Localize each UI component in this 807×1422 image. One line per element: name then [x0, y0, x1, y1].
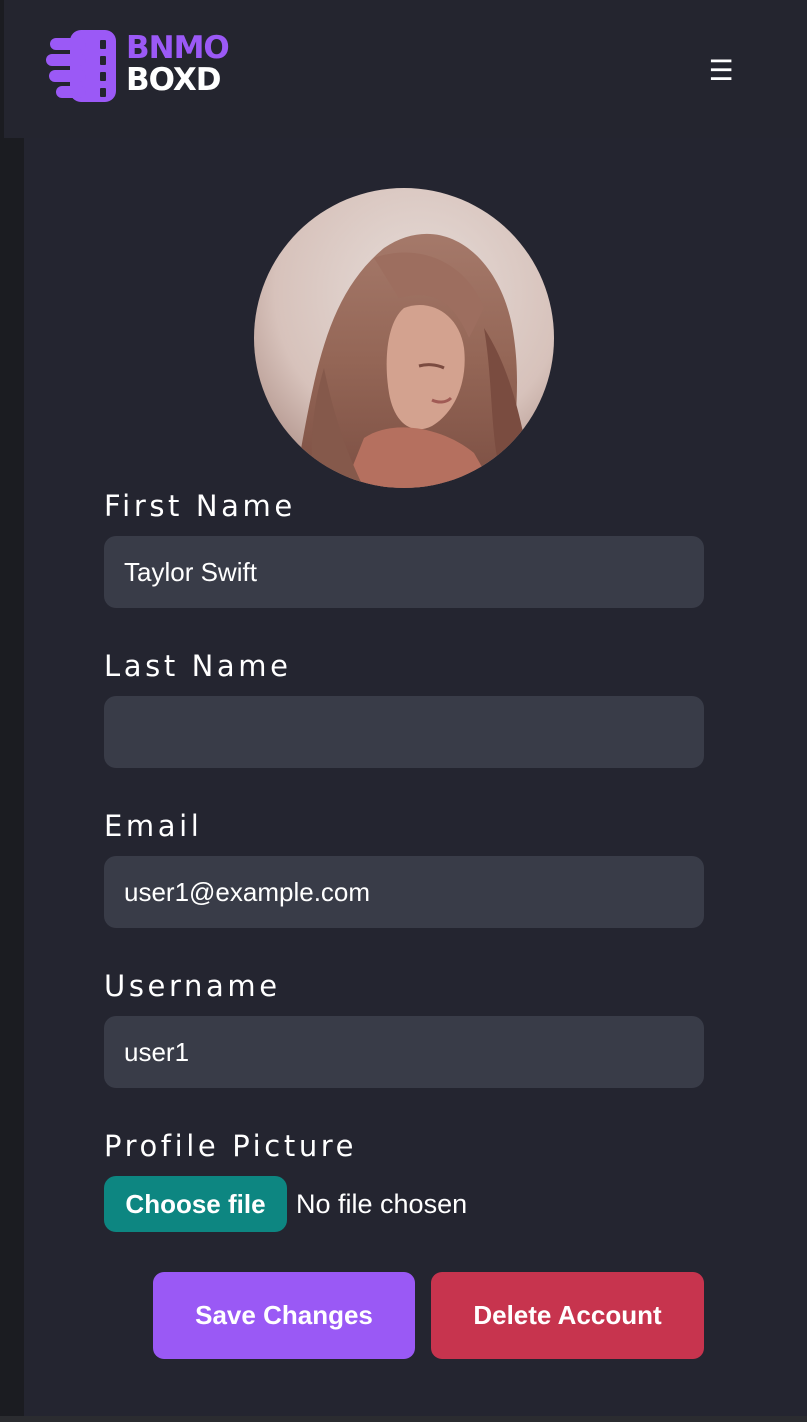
- brand-name-top: BNMO: [126, 30, 230, 66]
- username-input[interactable]: [104, 1016, 704, 1088]
- bottom-divider: [0, 1416, 807, 1422]
- file-status-text: No file chosen: [296, 1189, 468, 1219]
- delete-account-button[interactable]: Delete Account: [431, 1272, 704, 1359]
- brand-name-bottom: BOXD: [126, 62, 222, 98]
- email-input[interactable]: [104, 856, 704, 928]
- profile-picture-label: Profile Picture: [104, 1129, 358, 1163]
- hamburger-menu-icon[interactable]: ☰: [704, 54, 738, 88]
- email-label: Email: [104, 809, 203, 843]
- side-strip: [0, 138, 24, 1418]
- last-name-label: Last Name: [104, 649, 292, 683]
- first-name-input[interactable]: [104, 536, 704, 608]
- avatar: [254, 188, 554, 488]
- choose-file-button[interactable]: Choose file: [104, 1176, 287, 1232]
- navbar: BNMO BOXD ☰: [4, 0, 807, 138]
- profile-edit-panel: First Name Last Name Email Username Prof…: [24, 138, 807, 1416]
- brand-name: BNMO BOXD: [126, 30, 230, 98]
- last-name-input[interactable]: [104, 696, 704, 768]
- logo-mark-icon: [46, 30, 116, 102]
- username-label: Username: [104, 969, 281, 1003]
- profile-photo-icon: [254, 188, 554, 488]
- save-changes-button[interactable]: Save Changes: [153, 1272, 415, 1359]
- first-name-label: First Name: [104, 489, 296, 523]
